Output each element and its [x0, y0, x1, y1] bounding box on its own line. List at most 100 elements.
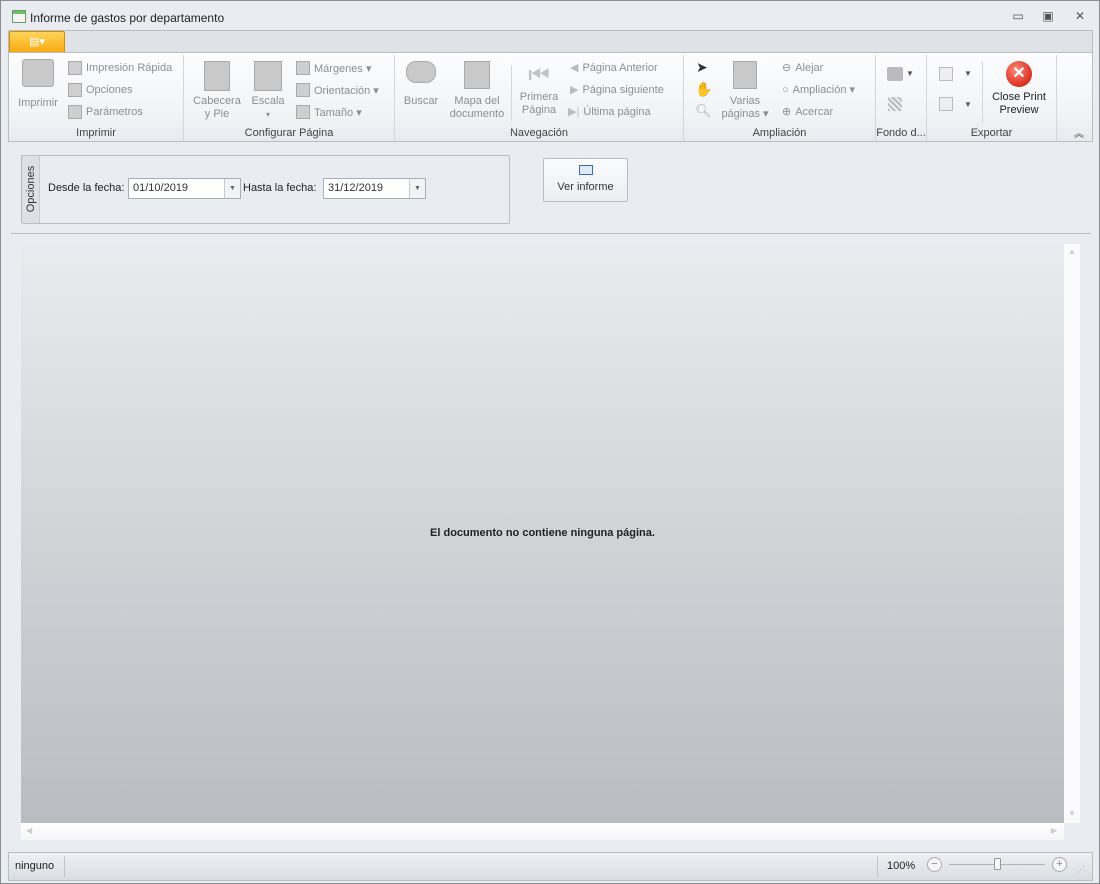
close-button[interactable]: ✕: [1070, 9, 1090, 25]
binoculars-icon: [406, 61, 436, 83]
quick-print-button[interactable]: Impresión Rápida: [68, 61, 172, 75]
horizontal-scrollbar[interactable]: ◀ ▶: [21, 823, 1064, 840]
close-preview-label: Close Print: [992, 91, 1046, 103]
orientation-button[interactable]: Orientación ▾: [296, 83, 379, 97]
options-panel-label: Opciones: [25, 165, 37, 213]
document-canvas: El documento no contiene ninguna página.: [21, 244, 1064, 823]
header-footer-label: Cabecera: [193, 95, 241, 107]
divider: [877, 856, 878, 877]
group-label-imprimir: Imprimir: [76, 127, 116, 139]
export-pdf-icon[interactable]: [939, 67, 953, 81]
scroll-up-icon[interactable]: ▲: [1068, 247, 1076, 256]
divider: [982, 61, 983, 123]
options-button[interactable]: Opciones: [68, 83, 132, 97]
scroll-down-icon[interactable]: ▼: [1068, 809, 1076, 818]
application-menu-button[interactable]: ▤▾: [9, 31, 65, 53]
header-footer-button[interactable]: Cabecera y Pie: [191, 61, 243, 121]
divider: [64, 856, 65, 877]
printer-icon: [22, 59, 54, 87]
group-label-navigation: Navegación: [509, 127, 569, 139]
zoom-button[interactable]: ○ Ampliación ▾: [782, 83, 856, 97]
send-pdf-icon[interactable]: [939, 97, 953, 111]
view-report-button[interactable]: Ver informe: [543, 158, 628, 202]
print-button[interactable]: Imprimir: [15, 59, 61, 115]
from-date-field[interactable]: 01/10/2019 ▼: [128, 178, 241, 199]
last-page-button[interactable]: ▶| Última página: [568, 105, 651, 119]
divider: [1056, 55, 1057, 141]
from-date-value[interactable]: 01/10/2019: [129, 179, 224, 198]
last-icon: ▶|: [568, 106, 580, 118]
group-label-page-setup: Configurar Página: [244, 127, 334, 139]
zoom-out-icon: ⊖: [782, 62, 792, 74]
pointer-icon[interactable]: ➤: [696, 59, 708, 76]
vertical-scrollbar[interactable]: ▲ ▼: [1064, 244, 1080, 823]
app-icon: [12, 10, 26, 23]
to-date-field[interactable]: 31/12/2019 ▼: [323, 178, 426, 199]
scroll-left-icon[interactable]: ◀: [26, 826, 32, 835]
magnifier-icon[interactable]: 🔍︎: [695, 103, 712, 119]
divider: [511, 65, 512, 121]
size-button[interactable]: Tamaño ▾: [296, 105, 362, 119]
options-panel: Opciones Desde la fecha: 01/10/2019 ▼ Has…: [21, 155, 510, 224]
zoom-label: Ampliación ▾: [792, 84, 856, 96]
first-page-label: Primera: [519, 91, 559, 103]
next-page-button[interactable]: ▶ Página siguiente: [570, 83, 664, 97]
collapse-ribbon-button[interactable]: ︽: [1074, 125, 1084, 140]
scale-button[interactable]: Escala ▾: [248, 61, 288, 121]
quick-print-label: Impresión Rápida: [86, 62, 173, 74]
book-icon: [578, 165, 593, 175]
chevron-down-icon[interactable]: ▼: [906, 69, 914, 78]
parameters-button[interactable]: Parámetros: [68, 105, 143, 119]
previous-page-button[interactable]: ◀ Página Anterior: [570, 61, 658, 75]
zoom-slider-thumb[interactable]: [994, 858, 1001, 870]
hand-tool-icon[interactable]: ✋: [695, 81, 712, 98]
first-page-icon: ⏮: [528, 62, 550, 89]
zoom-icon: ○: [782, 83, 789, 96]
multiple-pages-label-2: páginas ▾: [721, 108, 769, 120]
resize-grip-icon[interactable]: ⋰: [1077, 865, 1085, 874]
zoom-out-label: Alejar: [795, 61, 824, 74]
window-title: Informe de gastos por departamento: [30, 11, 225, 25]
document-map-button[interactable]: Mapa del documento: [447, 61, 507, 121]
parameters-label: Parámetros: [86, 106, 143, 118]
multiple-pages-label: Varias: [729, 95, 761, 107]
group-label-zoom: Ampliación: [752, 127, 807, 139]
previous-icon: ◀: [570, 62, 579, 74]
chevron-down-icon[interactable]: ▼: [224, 179, 240, 198]
margins-button[interactable]: Márgenes ▾: [296, 61, 372, 75]
zoom-out-button[interactable]: ⊖ Alejar: [782, 61, 824, 75]
first-page-label-2: Página: [521, 104, 557, 116]
chevron-down-icon[interactable]: ▼: [964, 100, 972, 109]
multiple-pages-icon: [733, 61, 757, 89]
status-text: ninguno: [15, 860, 55, 872]
ribbon-tab-strip: [8, 30, 1093, 53]
size-label: Tamaño ▾: [314, 106, 362, 119]
orientation-label: Orientación ▾: [314, 84, 379, 97]
from-date-label: Desde la fecha:: [48, 182, 125, 194]
chevron-down-icon[interactable]: ▼: [964, 69, 972, 78]
close-print-preview-button[interactable]: ✕ Close Print Preview: [987, 61, 1051, 117]
minimize-button[interactable]: ▭: [1008, 9, 1028, 25]
orientation-icon: [296, 83, 310, 97]
scale-icon: [254, 61, 282, 91]
page-color-icon[interactable]: [887, 67, 903, 81]
title-bar: Informe de gastos por departamento ▭ ▣ ✕: [1, 1, 1099, 31]
zoom-out-button[interactable]: −: [927, 857, 942, 872]
to-date-label: Hasta la fecha:: [243, 182, 317, 194]
multiple-pages-button[interactable]: Varias páginas ▾: [717, 61, 773, 121]
options-panel-tab[interactable]: Opciones: [22, 156, 40, 223]
zoom-level: 100%: [887, 860, 916, 872]
find-button[interactable]: Buscar: [401, 61, 441, 108]
quick-print-icon: [68, 61, 82, 75]
scale-label: Escala: [251, 95, 285, 107]
empty-document-message: El documento no contiene ninguna página.: [430, 527, 655, 539]
to-date-value[interactable]: 31/12/2019: [324, 179, 409, 198]
chevron-down-icon[interactable]: ▼: [409, 179, 425, 198]
maximize-button[interactable]: ▣: [1038, 9, 1058, 25]
header-footer-label-2: y Pie: [204, 108, 230, 120]
scroll-right-icon[interactable]: ▶: [1051, 826, 1057, 835]
watermark-icon[interactable]: [888, 97, 902, 111]
zoom-in-button[interactable]: +: [1052, 857, 1067, 872]
zoom-in-button[interactable]: ⊕ Acercar: [782, 105, 833, 119]
first-page-button[interactable]: ⏮ Primera Página: [515, 61, 563, 117]
